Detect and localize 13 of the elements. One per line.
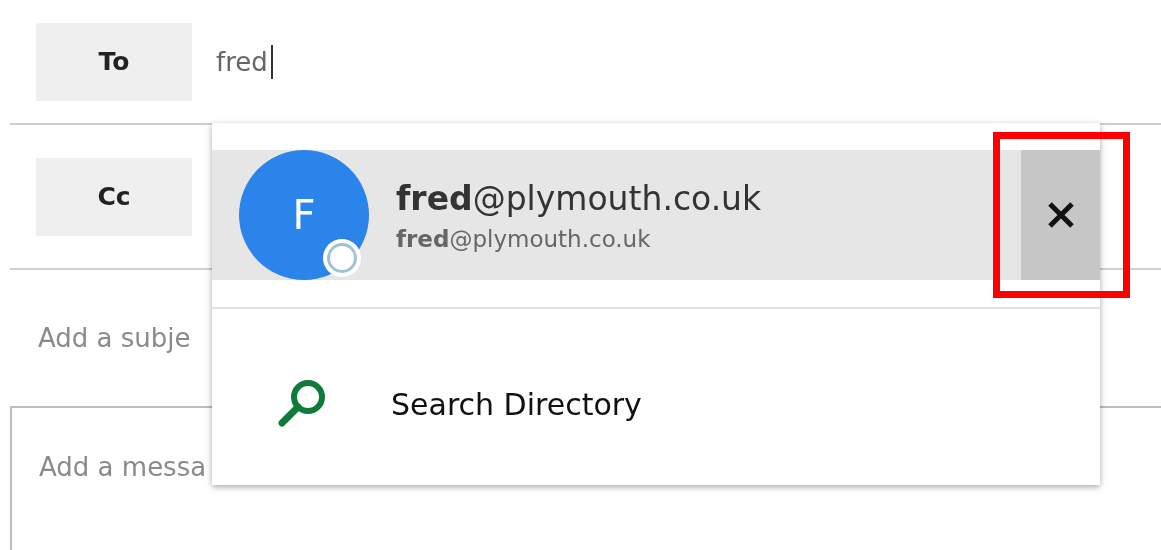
recipient-label-button[interactable]: To bbox=[36, 22, 192, 101]
avatar: F bbox=[239, 150, 369, 280]
subject-field[interactable]: Add a subje bbox=[38, 323, 203, 353]
contact-email: fred@plymouth.co.uk bbox=[396, 225, 652, 252]
presence-icon bbox=[327, 243, 357, 273]
remove-button[interactable] bbox=[1021, 150, 1100, 280]
search-directory-link[interactable]: Search Directory bbox=[391, 386, 642, 422]
suggestion-item[interactable]: F fred@plymouth.co.uk fred@plymouth.co.uk bbox=[212, 150, 1100, 280]
recipient-field[interactable]: fred bbox=[216, 39, 270, 84]
close-icon bbox=[1046, 201, 1075, 229]
contact-name: fred@plymouth.co.uk bbox=[396, 178, 763, 218]
text-cursor bbox=[270, 44, 273, 79]
recipient-label-button[interactable]: Cc bbox=[36, 157, 192, 236]
